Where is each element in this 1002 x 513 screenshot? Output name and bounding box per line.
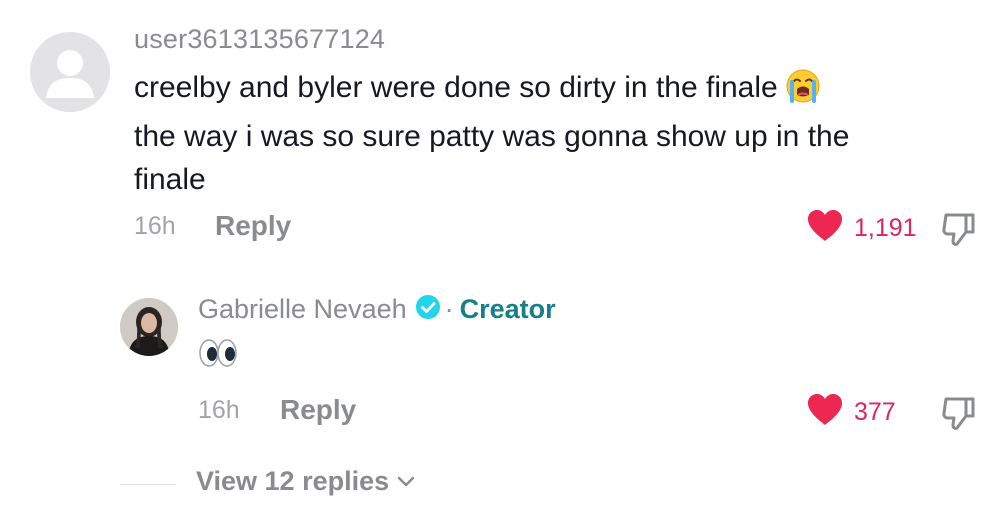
comment-text: creelby and byler were done so dirty in …: [134, 66, 974, 201]
comment-text-line-3: finale: [134, 163, 206, 196]
comment-timestamp: 16h: [134, 212, 176, 240]
comment-text-line-1: creelby and byler were done so dirty in …: [134, 66, 974, 115]
like-button[interactable]: 1,191: [806, 209, 917, 248]
comment-text-line-2: the way i was so sure patty was gonna sh…: [134, 120, 850, 153]
chevron-down-icon: [397, 476, 415, 486]
reply-button[interactable]: Reply: [215, 210, 291, 242]
default-avatar-icon: [30, 32, 110, 112]
view-replies-label: View 12 replies: [196, 466, 390, 496]
thumbs-down-icon: [942, 397, 975, 430]
dislike-button[interactable]: [940, 210, 978, 253]
view-replies-button[interactable]: View 12 replies: [196, 466, 415, 497]
loudly-crying-face-emoji-icon: [786, 69, 820, 115]
creator-avatar-photo: [120, 298, 178, 356]
replies-divider: [120, 484, 176, 485]
thumbs-down-icon: [942, 213, 975, 246]
verified-check-icon: [415, 294, 441, 325]
comment-text-line-1-text: creelby and byler were done so dirty in …: [134, 71, 778, 104]
heart-icon: [806, 209, 844, 248]
creator-reply-timestamp: 16h: [198, 396, 240, 424]
creator-like-button[interactable]: 377: [806, 393, 896, 432]
eyes-emoji-icon: [198, 339, 238, 372]
heart-icon: [806, 393, 844, 432]
comment-username[interactable]: user3613135677124: [134, 24, 385, 55]
creator-reply-button[interactable]: Reply: [280, 394, 356, 426]
creator-username[interactable]: Gabrielle Nevaeh: [198, 294, 407, 325]
default-avatar[interactable]: [30, 32, 110, 112]
creator-reply-text: [198, 338, 238, 372]
creator-avatar[interactable]: [120, 298, 178, 356]
creator-name-row: Gabrielle Nevaeh · Creator: [198, 292, 556, 326]
like-count: 1,191: [854, 213, 917, 242]
creator-like-count: 377: [854, 397, 896, 426]
creator-dislike-button[interactable]: [940, 394, 978, 437]
separator-dot: ·: [444, 293, 454, 324]
creator-label: Creator: [459, 293, 556, 324]
